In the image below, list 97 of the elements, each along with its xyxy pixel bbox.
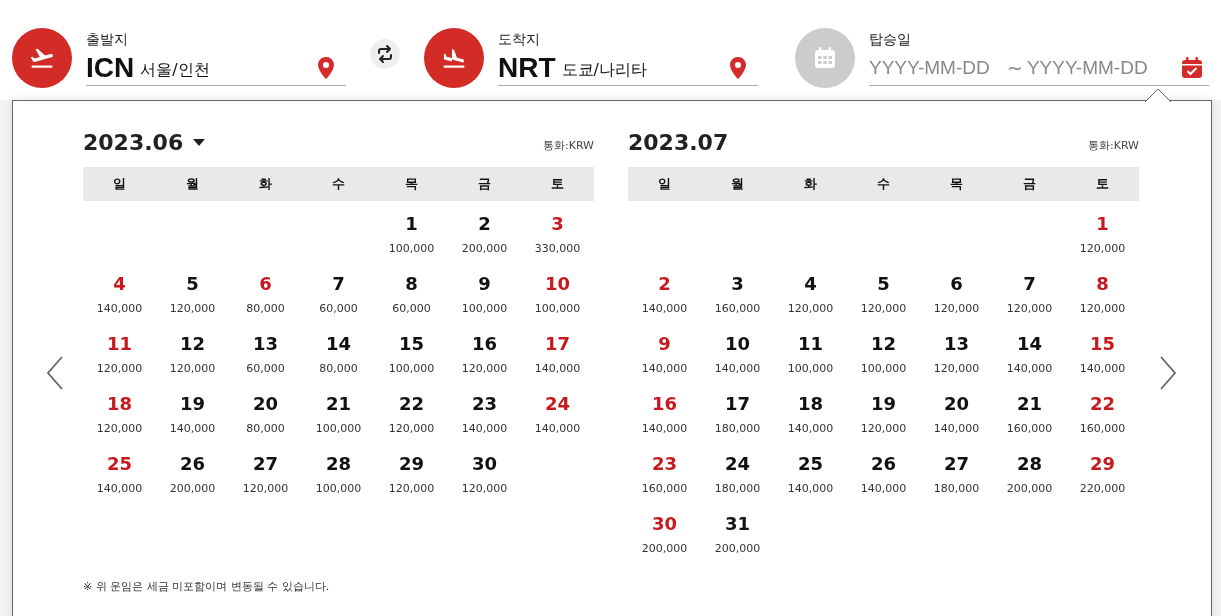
day-cell[interactable]: 12 100,000 <box>847 321 920 381</box>
day-cell[interactable]: 21 100,000 <box>302 381 375 441</box>
day-cell[interactable]: 27 180,000 <box>920 441 993 501</box>
fare-notice: ※ 위 운임은 세금 미포함이며 변동될 수 있습니다. <box>83 579 330 594</box>
day-cell[interactable]: 6 80,000 <box>229 261 302 321</box>
date-separator: ~ <box>1007 56 1023 79</box>
month-dropdown[interactable]: 2023.06 <box>83 130 206 155</box>
field-label: 도착지 <box>498 30 541 49</box>
day-cell[interactable]: 14 140,000 <box>993 321 1066 381</box>
day-cell[interactable]: 22 160,000 <box>1066 381 1139 441</box>
day-cell[interactable]: 8 60,000 <box>375 261 448 321</box>
day-cell[interactable]: 2 200,000 <box>448 201 521 261</box>
start-date-field[interactable]: YYYY-MM-DD <box>869 56 997 79</box>
day-cell[interactable]: 29 220,000 <box>1066 441 1139 501</box>
day-cell[interactable]: 17 140,000 <box>521 321 594 381</box>
takeoff-icon <box>12 28 72 88</box>
day-cell[interactable]: 24 180,000 <box>701 441 774 501</box>
day-cell[interactable]: 28 200,000 <box>993 441 1066 501</box>
day-cell[interactable]: 20 140,000 <box>920 381 993 441</box>
day-cell[interactable]: 15 100,000 <box>375 321 448 381</box>
day-cell[interactable]: 17 180,000 <box>701 381 774 441</box>
end-date-field[interactable]: YYYY-MM-DD <box>1026 56 1155 79</box>
arrival-field[interactable]: NRT 도쿄/나리타 <box>498 50 758 86</box>
weekday-label: 토 <box>550 175 565 193</box>
day-cell[interactable]: 16 140,000 <box>628 381 701 441</box>
currency-label: 통화:KRW <box>1088 138 1139 153</box>
day-cell[interactable]: 7 60,000 <box>302 261 375 321</box>
weekday-label: 월 <box>185 175 200 193</box>
day-cell[interactable]: 19 140,000 <box>156 381 229 441</box>
day-cell[interactable]: 16 120,000 <box>448 321 521 381</box>
weekday-label: 목 <box>404 175 419 193</box>
day-cell[interactable]: 23 140,000 <box>448 381 521 441</box>
day-cell[interactable]: 22 120,000 <box>375 381 448 441</box>
currency-label: 통화:KRW <box>543 138 594 153</box>
day-cell[interactable]: 30 120,000 <box>448 441 521 501</box>
landing-icon <box>424 28 484 88</box>
day-cell[interactable]: 8 120,000 <box>1066 261 1139 321</box>
day-cell[interactable]: 23 160,000 <box>628 441 701 501</box>
day-cell[interactable]: 11 120,000 <box>83 321 156 381</box>
day-cell[interactable]: 5 120,000 <box>156 261 229 321</box>
day-cell[interactable]: 27 120,000 <box>229 441 302 501</box>
previous-month-icon[interactable] <box>46 356 64 390</box>
field-label: 출발지 <box>86 30 129 49</box>
next-month-icon[interactable] <box>1159 356 1177 390</box>
weekday-label: 수 <box>331 175 346 193</box>
weekday-label: 일 <box>657 175 672 193</box>
day-cell[interactable]: 10 100,000 <box>521 261 594 321</box>
weekday-label: 토 <box>1095 175 1110 193</box>
caret-icon[interactable] <box>193 139 206 146</box>
day-cell[interactable]: 25 140,000 <box>774 441 847 501</box>
day-cell[interactable]: 10 140,000 <box>701 321 774 381</box>
day-cell[interactable]: 30 200,000 <box>628 501 701 561</box>
day-cell[interactable]: 3 330,000 <box>521 201 594 261</box>
day-cell[interactable]: 14 80,000 <box>302 321 375 381</box>
day-cell[interactable]: 19 120,000 <box>847 381 920 441</box>
weekday-label: 화 <box>803 175 818 193</box>
day-cell[interactable]: 4 140,000 <box>83 261 156 321</box>
day-cell[interactable]: 29 120,000 <box>375 441 448 501</box>
weekday-label: 일 <box>112 175 127 193</box>
day-cell[interactable]: 31 200,000 <box>701 501 774 561</box>
day-cell[interactable]: 5 120,000 <box>847 261 920 321</box>
day-cell[interactable]: 15 140,000 <box>1066 321 1139 381</box>
day-cell[interactable]: 18 140,000 <box>774 381 847 441</box>
day-cell[interactable]: 4 120,000 <box>774 261 847 321</box>
day-cell[interactable]: 1 100,000 <box>375 201 448 261</box>
day-cell[interactable]: 18 120,000 <box>83 381 156 441</box>
field-label: 탑승일 <box>869 30 912 49</box>
day-cell[interactable]: 9 140,000 <box>628 321 701 381</box>
day-cell[interactable]: 6 120,000 <box>920 261 993 321</box>
departure-field[interactable]: ICN 서울/인천 <box>86 50 346 86</box>
day-cell[interactable]: 13 120,000 <box>920 321 993 381</box>
day-cell[interactable]: 28 100,000 <box>302 441 375 501</box>
day-cell[interactable]: 1 120,000 <box>1066 201 1139 261</box>
weekday-label: 금 <box>477 175 492 193</box>
calendar-check-icon[interactable] <box>1181 56 1203 79</box>
day-cell[interactable]: 7 120,000 <box>993 261 1066 321</box>
weekday-label: 수 <box>876 175 891 193</box>
location-pin-icon[interactable] <box>730 56 746 79</box>
day-cell[interactable]: 2 140,000 <box>628 261 701 321</box>
weekday-label: 목 <box>949 175 964 193</box>
day-cell[interactable]: 11 100,000 <box>774 321 847 381</box>
calendar-icon <box>795 28 855 88</box>
day-cell[interactable]: 26 200,000 <box>156 441 229 501</box>
weekday-label: 월 <box>730 175 745 193</box>
month-title: 2023.07 <box>628 130 729 155</box>
location-pin-icon[interactable] <box>318 56 334 79</box>
day-cell[interactable]: 25 140,000 <box>83 441 156 501</box>
weekday-label: 금 <box>1022 175 1037 193</box>
day-cell[interactable]: 9 100,000 <box>448 261 521 321</box>
day-cell[interactable]: 24 140,000 <box>521 381 594 441</box>
day-cell[interactable]: 20 80,000 <box>229 381 302 441</box>
day-cell[interactable]: 3 160,000 <box>701 261 774 321</box>
day-cell[interactable]: 13 60,000 <box>229 321 302 381</box>
day-cell[interactable]: 26 140,000 <box>847 441 920 501</box>
day-cell[interactable]: 21 160,000 <box>993 381 1066 441</box>
day-cell[interactable]: 12 120,000 <box>156 321 229 381</box>
weekday-label: 화 <box>258 175 273 193</box>
